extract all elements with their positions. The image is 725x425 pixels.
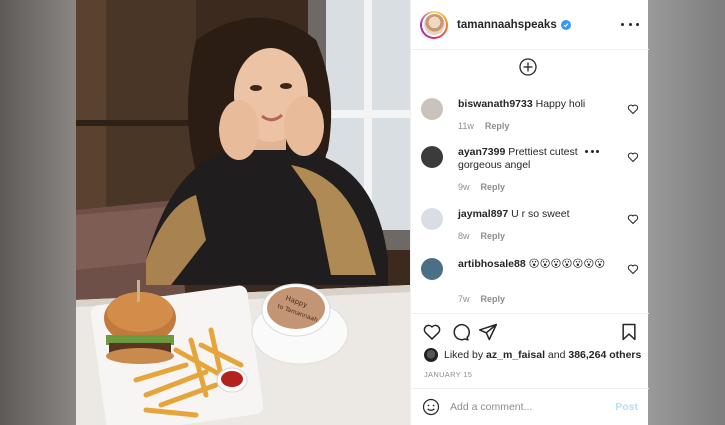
comment-text: Happy holi [535,98,586,110]
comment-like-heart-icon[interactable] [627,213,639,225]
save-bookmark-icon[interactable] [619,322,639,342]
comment-like-heart-icon[interactable] [627,151,639,163]
likes-summary[interactable]: Liked by az_m_faisal and 386,264 others [424,348,641,362]
comment-age: 8w [458,231,470,241]
comment-text: 😮😮😮😮😮😮😮 [528,258,606,270]
add-comment-input[interactable] [450,401,600,413]
like-heart-icon[interactable] [422,322,442,342]
reply-button[interactable]: Reply [485,121,510,131]
add-comment-bar: Post [411,388,649,425]
post-actions: Liked by az_m_faisal and 386,264 others … [411,313,649,389]
likes-prefix: Liked by [444,349,484,361]
likes-others-count[interactable]: 386,264 others [568,349,641,361]
post-side-panel: tamannaahspeaks biswanath9733 Happy holi… [410,0,649,425]
comment-like-heart-icon[interactable] [627,263,639,275]
post-date[interactable]: JANUARY 15 [424,370,472,379]
post-photo[interactable]: Happy to Tamannaah [76,0,410,425]
profile-avatar[interactable] [420,10,448,39]
liker-username[interactable]: az_m_faisal [486,349,545,361]
post-comment-button[interactable]: Post [615,401,638,413]
comment-item: ayan7399 Prettiest cutest gorgeous angel… [421,146,643,196]
commenter-avatar[interactable] [421,146,443,168]
photo-illustration: Happy to Tamannaah [76,0,410,425]
post-modal: Happy to Tamannaah tamannaahspeaks biswa… [76,0,649,425]
verified-badge-icon [560,19,571,30]
backdrop-left [0,0,76,425]
comment-item: biswanath9733 Happy holi 11w Reply [421,98,643,138]
comment-like-heart-icon[interactable] [627,103,639,115]
emoji-smiley-icon[interactable] [422,398,440,416]
comment-text: U r so sweet [511,208,570,220]
comment-username[interactable]: artibhosale88 [458,258,526,270]
commenter-avatar[interactable] [421,258,443,280]
comment-item: jaymal897 U r so sweet 8w Reply [421,208,643,248]
comment-username[interactable]: jaymal897 [458,208,508,220]
liker-avatar[interactable] [424,348,438,362]
comment-age: 9w [458,182,470,192]
comment-options-icon[interactable] [585,150,599,154]
likes-joiner: and [547,349,566,361]
backdrop-right [648,0,725,425]
commenter-avatar[interactable] [421,208,443,230]
comment-username[interactable]: ayan7399 [458,146,505,158]
header-username[interactable]: tamannaahspeaks [457,19,557,31]
reply-button[interactable]: Reply [481,231,506,241]
comment-username[interactable]: biswanath9733 [458,98,533,110]
more-options-icon[interactable] [621,17,639,31]
comment-item: artibhosale88 😮😮😮😮😮😮😮 7w Reply [421,258,643,308]
comment-bubble-icon[interactable] [450,322,470,342]
comment-age: 7w [458,294,470,304]
reply-button[interactable]: Reply [481,294,506,304]
load-more-comments-icon[interactable] [518,57,538,77]
comment-age: 11w [458,121,474,131]
commenter-avatar[interactable] [421,98,443,120]
reply-button[interactable]: Reply [481,182,506,192]
post-header: tamannaahspeaks [411,0,649,50]
share-paper-plane-icon[interactable] [478,322,498,342]
